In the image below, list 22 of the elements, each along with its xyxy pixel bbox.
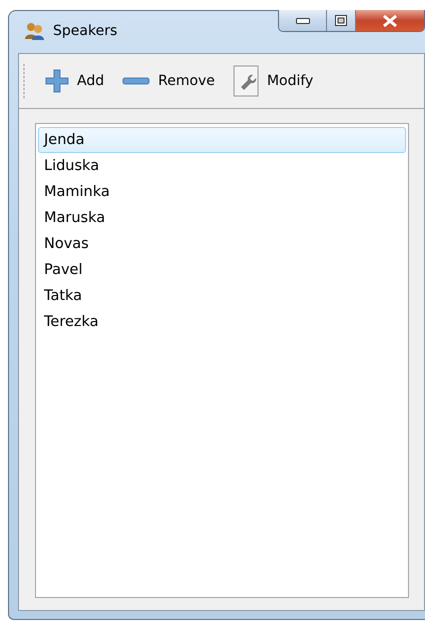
maximize-button[interactable] bbox=[326, 10, 355, 31]
add-button[interactable]: Add bbox=[39, 65, 110, 97]
close-button[interactable] bbox=[355, 10, 424, 31]
remove-button[interactable]: Remove bbox=[116, 69, 221, 93]
list-item[interactable]: Maminka bbox=[38, 179, 406, 205]
minimize-icon bbox=[296, 18, 310, 24]
minimize-button[interactable] bbox=[279, 10, 326, 31]
list-item[interactable]: Tatka bbox=[38, 283, 406, 309]
window-title: Speakers bbox=[53, 23, 118, 39]
list-item[interactable]: Novas bbox=[38, 231, 406, 257]
modify-button[interactable]: Modify bbox=[226, 61, 320, 101]
minus-icon bbox=[122, 77, 150, 85]
list-item[interactable]: Pavel bbox=[38, 257, 406, 283]
people-icon bbox=[25, 22, 45, 40]
close-icon bbox=[382, 14, 398, 26]
list-item[interactable]: Maruska bbox=[38, 205, 406, 231]
maximize-icon bbox=[335, 15, 347, 26]
list-item[interactable]: Jenda bbox=[38, 127, 406, 153]
plus-icon bbox=[45, 69, 69, 93]
list-item[interactable]: Liduska bbox=[38, 153, 406, 179]
wrench-document-icon bbox=[232, 65, 259, 97]
list-item[interactable]: Terezka bbox=[38, 309, 406, 335]
